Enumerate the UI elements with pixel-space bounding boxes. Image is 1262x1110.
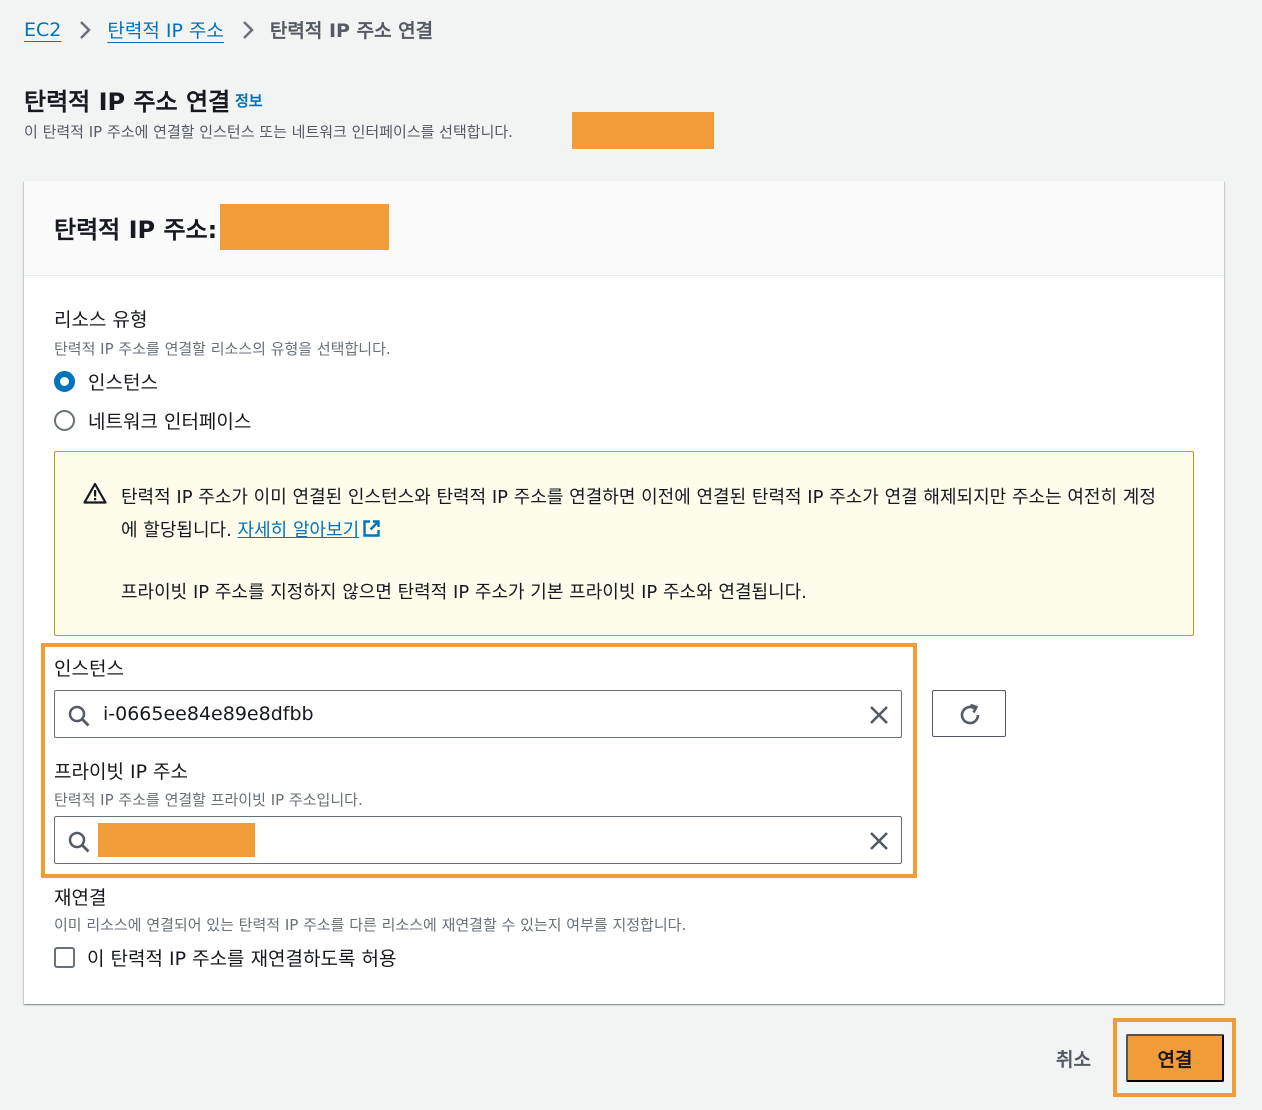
main-panel: 탄력적 IP 주소: 리소스 유형 탄력적 IP 주소를 연결할 리소스의 유형… — [24, 181, 1224, 1004]
radio-instance-label: 인스턴스 — [88, 372, 158, 394]
private-ip-search-input[interactable] — [54, 816, 902, 864]
instance-label: 인스턴스 — [54, 658, 124, 680]
private-ip-label: 프라이빗 IP 주소 — [54, 761, 189, 783]
refresh-icon — [960, 703, 980, 725]
chevron-right-icon — [242, 20, 254, 40]
instance-value: i-0665ee84e89e8dfbb — [103, 703, 314, 725]
learn-more-link[interactable]: 자세히 알아보기 — [238, 520, 360, 541]
panel-header: 탄력적 IP 주소: — [24, 181, 1224, 276]
breadcrumb-elastic-ip-link[interactable]: 탄력적 IP 주소 — [107, 16, 224, 43]
info-link[interactable]: 정보 — [235, 90, 263, 111]
page-description: 이 탄력적 IP 주소에 연결할 인스턴스 또는 네트워크 인터페이스를 선택합… — [24, 123, 513, 141]
radio-network-interface-control[interactable] — [54, 410, 75, 431]
private-ip-description: 탄력적 IP 주소를 연결할 프라이빗 IP 주소입니다. — [54, 791, 363, 809]
reassociate-checkbox-row[interactable]: 이 탄력적 IP 주소를 재연결하도록 허용 — [54, 944, 396, 971]
connect-button[interactable]: 연결 — [1126, 1034, 1224, 1082]
alert-message: 탄력적 IP 주소가 이미 연결된 인스턴스와 탄력적 IP 주소를 연결하면 … — [121, 481, 1171, 549]
clear-icon[interactable] — [867, 703, 891, 731]
radio-network-interface[interactable]: 네트워크 인터페이스 — [54, 407, 251, 434]
learn-more-link-label: 자세히 알아보기 — [237, 520, 360, 541]
instance-search-input[interactable]: i-0665ee84e89e8dfbb — [54, 690, 902, 738]
radio-network-interface-label: 네트워크 인터페이스 — [88, 411, 252, 433]
search-icon — [67, 830, 91, 858]
breadcrumb-ec2-link[interactable]: EC2 — [24, 19, 61, 41]
page-title: 탄력적 IP 주소 연결 — [24, 88, 231, 116]
redacted-private-ip — [98, 823, 255, 857]
resource-type-description: 탄력적 IP 주소를 연결할 리소스의 유형을 선택합니다. — [54, 340, 391, 358]
breadcrumb: EC2 탄력적 IP 주소 탄력적 IP 주소 연결 — [24, 16, 433, 43]
radio-instance[interactable]: 인스턴스 — [54, 368, 158, 395]
resource-type-label: 리소스 유형 — [54, 309, 148, 331]
chevron-right-icon — [79, 20, 92, 40]
reassociate-label: 재연결 — [54, 887, 107, 909]
redacted-ip-address — [220, 204, 389, 250]
search-icon — [67, 704, 91, 732]
redacted-block — [572, 112, 714, 149]
reassociate-checkbox[interactable] — [54, 947, 75, 968]
panel-title: 탄력적 IP 주소: — [54, 216, 218, 244]
warning-icon — [83, 482, 107, 508]
radio-instance-control[interactable] — [54, 371, 75, 392]
refresh-button[interactable] — [932, 690, 1006, 737]
alert-message-secondary: 프라이빗 IP 주소를 지정하지 않으면 탄력적 IP 주소가 기본 프라이빗 … — [121, 582, 807, 603]
reassociate-description: 이미 리소스에 연결되어 있는 탄력적 IP 주소를 다른 리소스에 재연결할 … — [54, 916, 687, 934]
clear-icon[interactable] — [867, 829, 891, 857]
cancel-button[interactable]: 취소 — [1056, 1045, 1091, 1072]
warning-alert: 탄력적 IP 주소가 이미 연결된 인스턴스와 탄력적 IP 주소를 연결하면 … — [54, 451, 1194, 636]
external-link-icon — [362, 516, 381, 549]
reassociate-checkbox-label: 이 탄력적 IP 주소를 재연결하도록 허용 — [87, 948, 397, 970]
breadcrumb-current: 탄력적 IP 주소 연결 — [269, 20, 434, 42]
